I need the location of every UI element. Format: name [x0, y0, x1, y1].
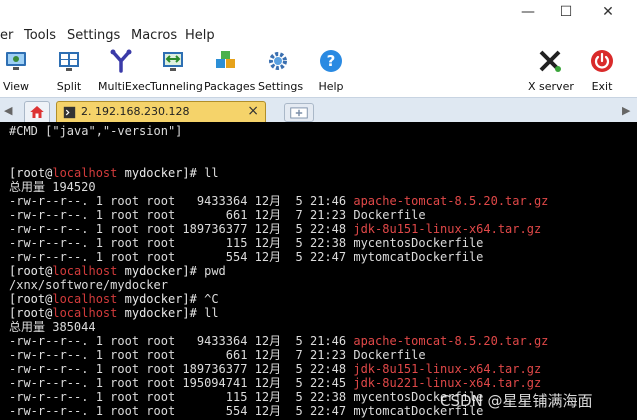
help-icon: ?: [320, 50, 342, 72]
file-row: -rw-r--r--. 1 root root 189736377 12月 5 …: [9, 362, 542, 376]
terminal-prompt-line: [root@localhost mydocker]# pwd: [9, 264, 226, 278]
file-row: -rw-r--r--. 1 root root 661 12月 7 21:23 …: [9, 348, 426, 362]
new-tab-button[interactable]: [284, 103, 314, 122]
home-tab[interactable]: [24, 101, 50, 123]
new-tab-icon: [290, 107, 308, 119]
toolbar: View Split MultiExec Tunneling Packages …: [0, 47, 637, 97]
power-icon: [591, 50, 613, 72]
home-icon: [30, 106, 44, 118]
help-label: Help: [318, 80, 344, 93]
title-bar: — ☐ ✕: [0, 0, 637, 25]
packages-button[interactable]: Packages: [204, 49, 256, 95]
settings-button[interactable]: Settings: [258, 49, 304, 95]
exit-button[interactable]: Exit: [590, 49, 614, 95]
split-label: Split: [56, 80, 82, 93]
terminal-line: #CMD ["java","-version"]: [9, 124, 183, 138]
file-row: -rw-r--r--. 1 root root 661 12月 7 21:23 …: [9, 208, 426, 222]
session-tab-bar: ◀ 2. 192.168.230.128 × ▶: [0, 97, 637, 123]
tunneling-button[interactable]: Tunneling: [150, 49, 203, 95]
file-row: -rw-r--r--. 1 root root 9433364 12月 5 21…: [9, 194, 549, 208]
tab-scroll-left-icon[interactable]: ◀: [4, 104, 12, 117]
multiexec-button[interactable]: MultiExec: [98, 49, 151, 95]
terminal-line: 总用量 194520: [9, 180, 96, 194]
tab-session-2[interactable]: 2. 192.168.230.128 ×: [56, 101, 266, 123]
multiexec-label: MultiExec: [98, 80, 151, 93]
view-button[interactable]: View: [2, 49, 30, 95]
terminal-prompt-line: [root@localhost mydocker]# ll: [9, 306, 219, 320]
file-row: -rw-r--r--. 1 root root 554 12月 5 22:47 …: [9, 250, 484, 264]
terminal-prompt-line: [root@localhost mydocker]# ^C: [9, 292, 219, 306]
tunnel-icon: [163, 52, 183, 71]
close-window-button[interactable]: ✕: [598, 2, 618, 22]
file-row: -rw-r--r--. 1 root root 9433364 12月 5 21…: [9, 334, 549, 348]
exit-label: Exit: [591, 80, 613, 93]
xserver-label: X server: [528, 80, 574, 93]
split-button[interactable]: Split: [55, 49, 83, 95]
terminal-prompt-line: [root@localhost mydocker]# ll: [9, 166, 219, 180]
tunneling-label: Tunneling: [150, 80, 203, 93]
help-button[interactable]: ? Help: [318, 49, 344, 95]
terminal-line: 总用量 385044: [9, 320, 96, 334]
minimize-button[interactable]: —: [518, 2, 538, 22]
file-row: -rw-r--r--. 1 root root 554 12月 5 22:47 …: [9, 404, 484, 418]
file-row: -rw-r--r--. 1 root root 195094741 12月 5 …: [9, 376, 542, 390]
tab-session-label: 2. 192.168.230.128: [81, 105, 190, 118]
close-tab-icon[interactable]: ×: [247, 103, 259, 119]
maximize-button[interactable]: ☐: [556, 2, 576, 22]
terminal-line: /xnx/softwore/mydocker: [9, 278, 168, 292]
packages-label: Packages: [204, 80, 256, 93]
menu-tools[interactable]: Tools: [24, 28, 56, 43]
puzzle-icon: [216, 51, 235, 68]
fork-icon: [110, 49, 132, 73]
menu-bar: er Tools Settings Macros Help: [0, 25, 637, 47]
gear-icon: [269, 52, 287, 70]
xserver-button[interactable]: X server: [528, 49, 574, 95]
menu-partial[interactable]: er: [0, 28, 13, 43]
menu-settings[interactable]: Settings: [67, 28, 120, 43]
svg-text:?: ?: [327, 52, 336, 70]
file-row: -rw-r--r--. 1 root root 115 12月 5 22:38 …: [9, 236, 484, 250]
file-row: -rw-r--r--. 1 root root 189736377 12月 5 …: [9, 222, 542, 236]
split-icon: [59, 52, 79, 71]
terminal-tab-icon: [63, 106, 76, 119]
menu-help[interactable]: Help: [185, 28, 215, 43]
menu-macros[interactable]: Macros: [131, 28, 177, 43]
tab-scroll-right-icon[interactable]: ▶: [622, 104, 630, 117]
file-row: -rw-r--r--. 1 root root 115 12月 5 22:38 …: [9, 390, 484, 404]
monitor-icon: [6, 52, 26, 70]
watermark: CSDN @星星铺满海面: [440, 392, 593, 410]
terminal-pane[interactable]: #CMD ["java","-version"] [root@localhost…: [0, 122, 637, 420]
x-server-icon: [539, 50, 561, 72]
settings-label: Settings: [258, 80, 304, 93]
view-label: View: [2, 80, 30, 93]
